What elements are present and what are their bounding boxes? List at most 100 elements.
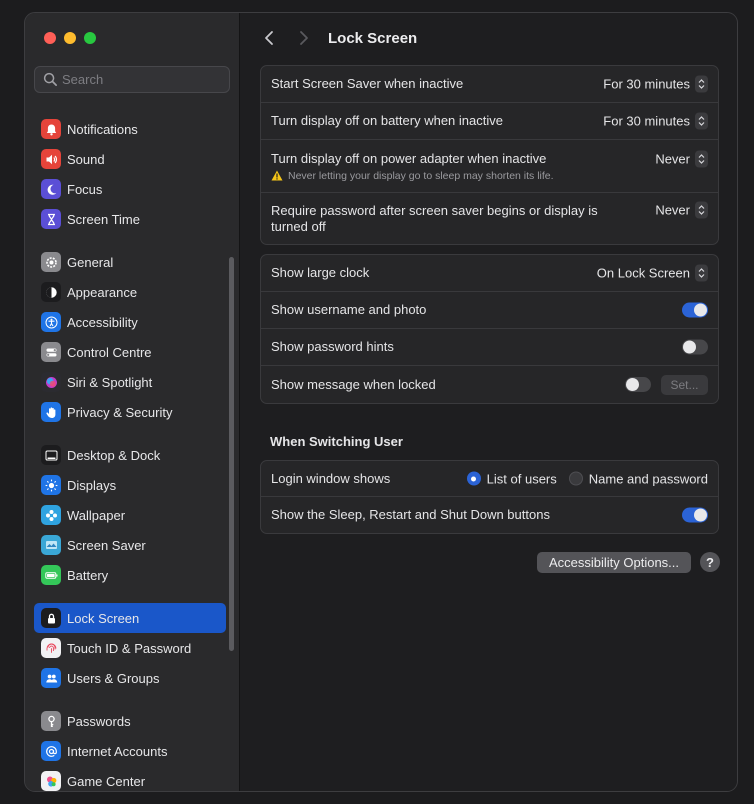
set-message-button[interactable]: Set... [661, 374, 708, 395]
sidebar-item-label: Displays [67, 477, 117, 493]
window-controls [44, 32, 96, 44]
message-locked-toggle[interactable] [625, 377, 651, 392]
sidebar-item-appearance[interactable]: Appearance [34, 277, 226, 307]
row-label: Show username and photo [271, 302, 427, 317]
sidebar-item-touch-id-password[interactable]: Touch ID & Password [34, 633, 226, 663]
row-message-locked: Show message when locked Set... [261, 366, 718, 403]
row-sleep-buttons: Show the Sleep, Restart and Shut Down bu… [261, 497, 718, 533]
close-button[interactable] [44, 32, 56, 44]
sidebar-item-label: Touch ID & Password [67, 640, 192, 656]
zoom-button[interactable] [84, 32, 96, 44]
switches-icon [41, 342, 61, 362]
dock-icon [41, 445, 61, 465]
section-title: When Switching User [270, 434, 403, 449]
warning-note: Never letting your display go to sleep m… [271, 170, 554, 182]
moon-icon [41, 179, 61, 199]
row-large-clock: Show large clock On Lock Screen [261, 255, 718, 292]
lock-display-card: Show large clock On Lock Screen Show use… [260, 254, 719, 404]
sidebar-item-label: Passwords [67, 713, 131, 729]
battery-popup[interactable]: For 30 minutes [603, 112, 708, 130]
sidebar-item-battery[interactable]: Battery [34, 560, 226, 590]
large-clock-popup[interactable]: On Lock Screen [596, 264, 708, 282]
sidebar-item-users-groups[interactable]: Users & Groups [34, 663, 226, 693]
stepper-icon [695, 201, 708, 219]
speaker-icon [41, 149, 61, 169]
users-icon [41, 668, 61, 688]
radio-unselected-indicator [568, 471, 583, 486]
stepper-icon [695, 112, 708, 130]
sidebar-item-passwords[interactable]: Passwords [34, 706, 226, 736]
sidebar-item-displays[interactable]: Displays [34, 470, 226, 500]
sidebar-item-lock-screen[interactable]: Lock Screen [34, 603, 226, 633]
battery-icon [41, 565, 61, 585]
sidebar-item-label: Lock Screen [67, 610, 140, 626]
gamecenter-icon [41, 771, 61, 791]
row-label: Login window shows [271, 470, 391, 486]
siri-icon [41, 372, 61, 392]
sidebar-item-label: Appearance [67, 284, 138, 300]
lock-icon [41, 608, 61, 628]
hand-icon [41, 402, 61, 422]
gear-icon [41, 252, 61, 272]
screensaver-icon [41, 535, 61, 555]
key-icon [41, 711, 61, 731]
sidebar-scrollbar[interactable] [229, 257, 234, 651]
minimize-button[interactable] [64, 32, 76, 44]
row-label: Start Screen Saver when inactive [271, 76, 464, 91]
adapter-popup[interactable]: Never [655, 150, 708, 168]
stepper-icon [695, 264, 708, 282]
page-title: Lock Screen [328, 30, 418, 47]
hourglass-icon [41, 209, 61, 229]
sidebar-item-label: Desktop & Dock [67, 447, 161, 463]
sidebar-item-sound[interactable]: Sound [34, 144, 226, 174]
sidebar-item-control-centre[interactable]: Control Centre [34, 337, 226, 367]
settings-window: Notifications Sound Focus Screen Time Genera… [24, 12, 738, 792]
sidebar-item-label: Privacy & Security [67, 404, 173, 420]
sidebar-item-screen-saver[interactable]: Screen Saver [34, 530, 226, 560]
row-display-off-adapter: Turn display off on power adapter when i… [261, 140, 718, 193]
sidebar-item-label: Notifications [67, 121, 138, 137]
sidebar-group: Lock Screen Touch ID & Password Users & Gr… [34, 603, 226, 693]
search-icon [43, 72, 57, 86]
sidebar-item-wallpaper[interactable]: Wallpaper [34, 500, 226, 530]
row-require-password: Require password after screen saver begi… [261, 193, 718, 244]
row-label: Show message when locked [271, 376, 436, 392]
screen-saver-popup[interactable]: For 30 minutes [603, 75, 708, 93]
username-photo-toggle[interactable] [682, 302, 708, 318]
sidebar-item-siri-spotlight[interactable]: Siri & Spotlight [34, 367, 226, 397]
password-hints-toggle[interactable] [682, 339, 708, 355]
sidebar-item-label: Screen Saver [67, 537, 146, 553]
row-label: Turn display off on battery when inactiv… [271, 113, 503, 128]
require-password-popup[interactable]: Never [655, 201, 708, 219]
sleep-buttons-toggle[interactable] [682, 507, 708, 523]
stepper-icon [695, 150, 708, 168]
sidebar-group: Desktop & Dock Displays Wallpaper Screen Sa… [34, 440, 226, 590]
sidebar-item-accessibility[interactable]: Accessibility [34, 307, 226, 337]
popup-value: For 30 minutes [603, 76, 690, 92]
radio-name-and-password[interactable]: Name and password [568, 471, 708, 486]
sidebar-item-label: General [67, 254, 114, 270]
help-button[interactable]: ? [700, 552, 720, 572]
sidebar-item-general[interactable]: General [34, 247, 226, 277]
popup-value: Never [655, 202, 690, 218]
forward-icon[interactable] [297, 29, 311, 47]
radio-list-of-users[interactable]: List of users [466, 471, 557, 486]
radio-label: Name and password [588, 471, 708, 486]
main-pane: Lock Screen Start Screen Saver when inac… [240, 13, 737, 791]
sidebar-item-screen-time[interactable]: Screen Time [34, 204, 226, 234]
fingerprint-icon [41, 638, 61, 658]
accessibility-options-button[interactable]: Accessibility Options... [537, 552, 691, 573]
back-icon[interactable] [262, 29, 276, 47]
sidebar-item-desktop-dock[interactable]: Desktop & Dock [34, 440, 226, 470]
sidebar-item-focus[interactable]: Focus [34, 174, 226, 204]
radio-label: List of users [486, 471, 557, 486]
sidebar-item-game-center[interactable]: Game Center [34, 766, 226, 791]
search-field[interactable] [34, 66, 230, 93]
popup-value: On Lock Screen [596, 265, 690, 281]
row-display-off-battery: Turn display off on battery when inactiv… [261, 103, 718, 140]
sidebar-item-privacy-security[interactable]: Privacy & Security [34, 397, 226, 427]
toolbar: Lock Screen [240, 13, 737, 63]
search-input[interactable] [62, 72, 222, 87]
sidebar-item-notifications[interactable]: Notifications [34, 114, 226, 144]
sidebar-item-internet-accounts[interactable]: Internet Accounts [34, 736, 226, 766]
